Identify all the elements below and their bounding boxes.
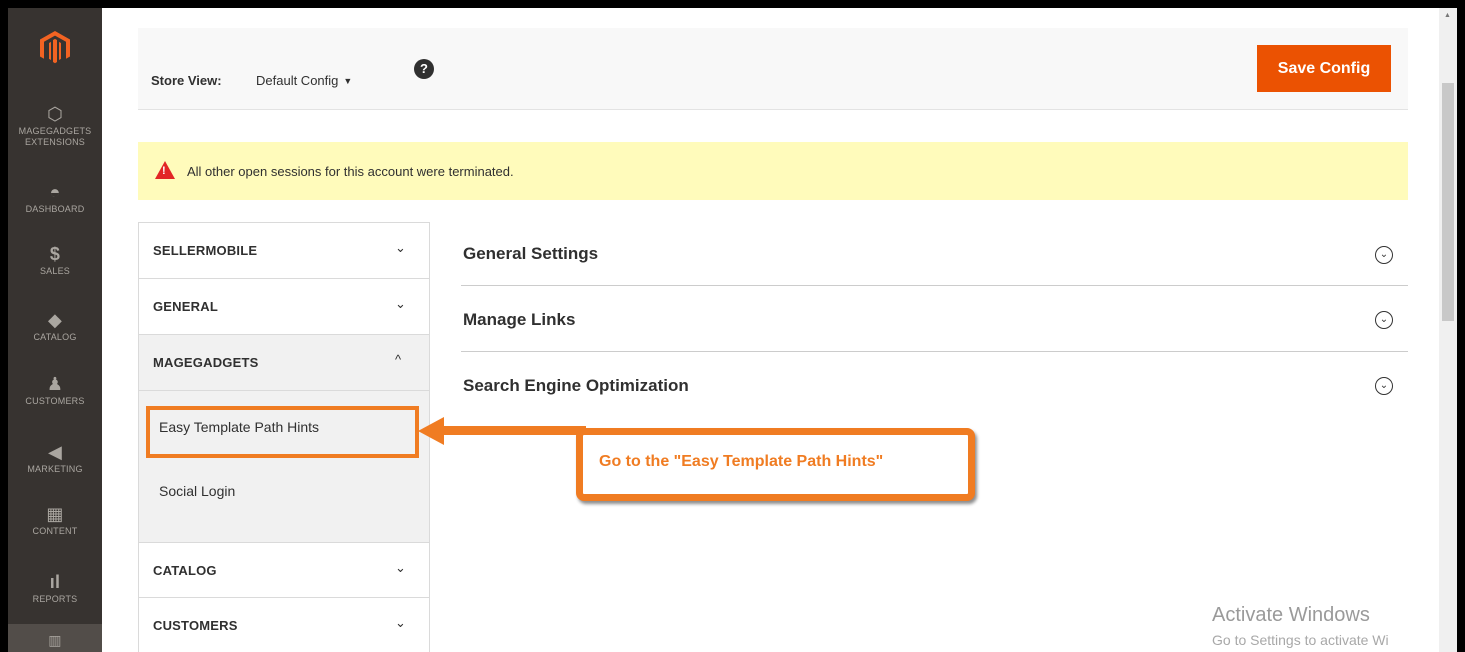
nav-item-dashboard[interactable]: ◓ DASHBOARD — [8, 182, 102, 215]
caret-down-icon: ▼ — [343, 76, 353, 86]
chevron-down-icon: ⌄ — [395, 296, 406, 311]
dollar-icon: $ — [49, 244, 61, 264]
chevron-down-icon: ⌄ — [395, 560, 406, 575]
layout-icon: ▦ — [46, 504, 64, 524]
browser-viewport: ⬡ MAGEGADGETS EXTENSIONS ◓ DASHBOARD $ S… — [8, 8, 1457, 652]
tab-link-label: Social Login — [159, 483, 236, 499]
nav-item-magegadgets-extensions[interactable]: ⬡ MAGEGADGETS EXTENSIONS — [8, 104, 102, 148]
nav-label: CONTENT — [32, 526, 78, 536]
nav-label: SALES — [39, 266, 71, 276]
section-title: Search Engine Optimization — [463, 376, 689, 395]
store-icon: ▥ — [48, 632, 62, 648]
magento-logo-icon[interactable] — [8, 8, 102, 88]
hexagon-icon: ⬡ — [47, 104, 63, 124]
page-actions-bar: Store View: Default Config ▼ ? Save Confi… — [138, 28, 1408, 110]
tab-group-label: GENERAL — [153, 299, 218, 314]
message-text: All other open sessions for this account… — [187, 164, 514, 179]
nav-item-content[interactable]: ▦ CONTENT — [8, 504, 102, 537]
section-search-engine-optimization[interactable]: Search Engine Optimization ⌄ — [461, 352, 1408, 418]
nav-item-stores[interactable]: ▥ — [8, 624, 102, 652]
expand-circle-icon[interactable]: ⌄ — [1375, 311, 1393, 329]
bar-chart-icon: ıl — [49, 572, 61, 592]
annotation-arrow — [442, 426, 586, 435]
chevron-down-icon: ⌄ — [395, 615, 406, 630]
scroll-up-arrow-icon[interactable]: ▲ — [1444, 12, 1451, 19]
box-icon: ◆ — [47, 310, 63, 330]
store-view-value: Default Config — [256, 73, 339, 88]
tab-group-sellermobile[interactable]: SELLERMOBILE ⌄ — [139, 223, 429, 279]
nav-label: CUSTOMERS — [25, 396, 85, 406]
arrow-left-icon — [418, 417, 444, 445]
callout-text: Go to the "Easy Template Path Hints" — [599, 453, 884, 470]
nav-label: MARKETING — [27, 464, 83, 474]
nav-label: CATALOG — [33, 332, 77, 342]
person-icon: ♟ — [46, 374, 64, 394]
highlight-box — [146, 406, 419, 458]
scrollbar-thumb[interactable] — [1442, 83, 1454, 321]
section-general-settings[interactable]: General Settings ⌄ — [461, 220, 1408, 286]
nav-label: EXTENSIONS — [24, 137, 85, 147]
nav-item-reports[interactable]: ıl REPORTS — [8, 572, 102, 605]
chevron-down-icon: ⌄ — [395, 240, 406, 255]
nav-item-sales[interactable]: $ SALES — [8, 244, 102, 277]
section-manage-links[interactable]: Manage Links ⌄ — [461, 286, 1408, 352]
tab-group-label: MAGEGADGETS — [153, 355, 259, 370]
save-config-button[interactable]: Save Config — [1257, 45, 1391, 92]
nav-label: REPORTS — [32, 594, 78, 604]
section-title: Manage Links — [463, 310, 576, 329]
tab-group-label: CUSTOMERS — [153, 618, 238, 633]
tab-group-customers[interactable]: CUSTOMERS ⌄ — [139, 598, 429, 652]
warning-message: ! All other open sessions for this accou… — [138, 142, 1408, 200]
tab-group-catalog[interactable]: CATALOG ⌄ — [139, 542, 429, 598]
speedometer-icon: ◓ — [49, 182, 61, 202]
help-icon[interactable]: ? — [414, 59, 434, 79]
annotation-callout: Go to the "Easy Template Path Hints" — [576, 428, 975, 501]
tab-group-general[interactable]: GENERAL ⌄ — [139, 279, 429, 335]
warning-icon: ! — [155, 161, 175, 179]
admin-sidebar: ⬡ MAGEGADGETS EXTENSIONS ◓ DASHBOARD $ S… — [8, 8, 102, 652]
nav-label: DASHBOARD — [25, 204, 85, 214]
tab-group-magegadgets[interactable]: MAGEGADGETS ^ — [139, 335, 429, 391]
expand-circle-icon[interactable]: ⌄ — [1375, 377, 1393, 395]
section-title: General Settings — [463, 244, 599, 263]
nav-item-customers[interactable]: ♟ CUSTOMERS — [8, 374, 102, 407]
expand-circle-icon[interactable]: ⌄ — [1375, 246, 1393, 264]
nav-label: MAGEGADGETS — [18, 126, 92, 136]
nav-item-catalog[interactable]: ◆ CATALOG — [8, 310, 102, 343]
tab-group-label: SELLERMOBILE — [153, 243, 258, 258]
activation-watermark-subtitle: Go to Settings to activate Wi — [1212, 632, 1389, 648]
nav-item-marketing[interactable]: ◀ MARKETING — [8, 442, 102, 475]
tab-group-label: CATALOG — [153, 563, 217, 578]
store-view-switcher[interactable]: Default Config ▼ — [256, 73, 352, 88]
store-view-label: Store View: — [151, 73, 222, 88]
vertical-scrollbar[interactable]: ▲ — [1439, 8, 1457, 652]
chevron-up-icon: ^ — [395, 352, 402, 367]
megaphone-icon: ◀ — [47, 442, 63, 462]
activation-watermark-title: Activate Windows — [1212, 604, 1370, 626]
